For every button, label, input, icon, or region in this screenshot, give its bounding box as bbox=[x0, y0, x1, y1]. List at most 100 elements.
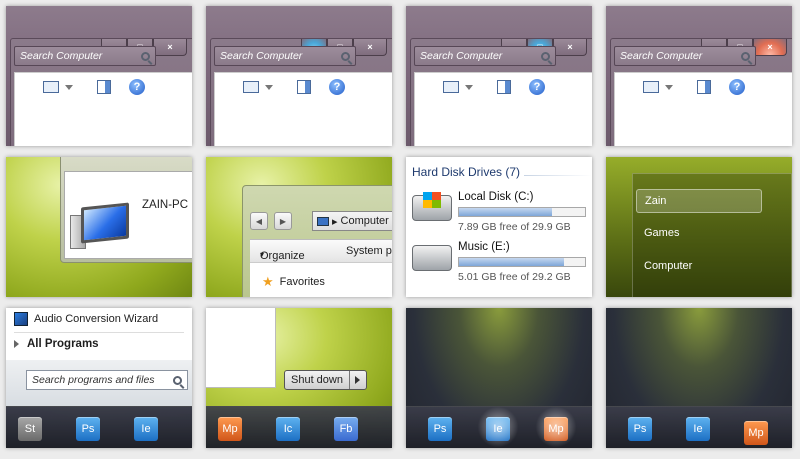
chevron-right-icon[interactable] bbox=[350, 371, 366, 389]
search-programs-input[interactable]: Search programs and files bbox=[26, 370, 188, 390]
computer-icon bbox=[81, 202, 129, 244]
system-properties-button[interactable]: System p bbox=[346, 245, 392, 257]
taskbar-glow-tile: Ps Ie Mp bbox=[406, 308, 592, 448]
chevron-down-icon[interactable] bbox=[465, 85, 473, 90]
back-button[interactable]: ◀ bbox=[250, 212, 268, 230]
taskbar: Mp Ic Fb bbox=[206, 406, 392, 448]
help-icon[interactable]: ? bbox=[129, 79, 145, 95]
computer-tile: ZAIN-PC bbox=[6, 157, 192, 297]
search-computer-input[interactable]: Search Computer bbox=[14, 46, 156, 66]
chevron-down-icon[interactable] bbox=[265, 85, 273, 90]
recent-program-item[interactable]: Audio Conversion Wizard bbox=[14, 312, 158, 326]
shutdown-button[interactable]: Shut down bbox=[285, 371, 350, 389]
search-icon[interactable] bbox=[141, 51, 150, 61]
caption-tile-maximize-hover: – □ × Search Computer ? bbox=[406, 6, 592, 146]
search-computer-input[interactable]: Search Computer bbox=[214, 46, 356, 66]
search-icon[interactable] bbox=[541, 51, 550, 61]
help-icon[interactable]: ? bbox=[729, 79, 745, 95]
caption-tile-minimize-hover: – □ × Search Computer ? bbox=[206, 6, 392, 146]
taskbar-app-ps[interactable]: Ps bbox=[628, 417, 652, 441]
search-computer-input[interactable]: Search Computer bbox=[614, 46, 756, 66]
shutdown-tile: Shut down Mp Ic Fb bbox=[206, 308, 392, 448]
computer-name: ZAIN-PC bbox=[142, 199, 188, 211]
explorer-toolbar: ? bbox=[414, 72, 592, 146]
audio-wizard-icon bbox=[14, 312, 28, 326]
taskbar-app-ie[interactable]: Ie bbox=[474, 403, 522, 448]
caption-tile-close-hover: – □ × Search Computer ? bbox=[606, 6, 792, 146]
explorer-toolbar: ? bbox=[214, 72, 392, 146]
search-icon[interactable] bbox=[173, 375, 182, 385]
views-icon[interactable] bbox=[243, 81, 259, 93]
star-icon: ★ bbox=[262, 274, 274, 289]
favorites-label: Favorites bbox=[279, 275, 325, 288]
close-button[interactable]: × bbox=[553, 39, 587, 56]
programs-list bbox=[206, 308, 276, 388]
close-button[interactable]: × bbox=[153, 39, 187, 56]
drive-item[interactable]: Music (E:) 5.01 GB free of 29.2 GB bbox=[410, 237, 590, 283]
views-icon[interactable] bbox=[643, 81, 659, 93]
start-menu-right-tile: Zain Games Computer bbox=[606, 157, 792, 297]
taskbar: Ps Ie Mp bbox=[406, 403, 592, 448]
taskbar-tile: Ps Ie Mp bbox=[606, 308, 792, 448]
drive-free-space: 7.89 GB free of 29.9 GB bbox=[458, 221, 571, 233]
drive-name: Local Disk (C:) bbox=[458, 191, 534, 203]
search-placeholder: Search programs and files bbox=[32, 374, 155, 386]
all-programs-item[interactable]: All Programs bbox=[14, 338, 99, 350]
windows-logo-icon bbox=[423, 192, 441, 208]
shutdown-split-button[interactable]: Shut down bbox=[284, 370, 367, 390]
help-icon[interactable]: ? bbox=[329, 79, 345, 95]
group-divider bbox=[524, 175, 592, 176]
search-placeholder: Search Computer bbox=[420, 50, 503, 62]
preview-pane-icon[interactable] bbox=[497, 80, 511, 94]
preview-pane-icon[interactable] bbox=[697, 80, 711, 94]
taskbar-app-ps[interactable]: Ps bbox=[428, 417, 452, 441]
drive-free-space: 5.01 GB free of 29.2 GB bbox=[458, 271, 571, 283]
organize-label: Organize bbox=[260, 250, 305, 262]
preview-pane-icon[interactable] bbox=[97, 80, 111, 94]
windows-drive-icon bbox=[412, 192, 452, 221]
chevron-down-icon[interactable] bbox=[65, 85, 73, 90]
explorer-nav-tile: ◀ ▶ ▸ Computer Organize ▾ System p ★ Favo… bbox=[206, 157, 392, 297]
search-computer-input[interactable]: Search Computer bbox=[414, 46, 556, 66]
drive-icon bbox=[412, 245, 452, 271]
drives-group-header: Hard Disk Drives (7) bbox=[412, 165, 521, 179]
explorer-toolbar: ? bbox=[614, 72, 792, 146]
start-item-user[interactable]: Zain bbox=[636, 189, 762, 213]
views-icon[interactable] bbox=[443, 81, 459, 93]
taskbar-app-ps[interactable]: Ps bbox=[76, 417, 100, 441]
search-icon[interactable] bbox=[341, 51, 350, 61]
address-text: Computer bbox=[340, 215, 389, 227]
address-bar[interactable]: ▸ Computer bbox=[312, 211, 392, 231]
chevron-down-icon: ▾ bbox=[260, 250, 265, 259]
search-placeholder: Search Computer bbox=[620, 50, 703, 62]
chevron-right-icon bbox=[14, 340, 19, 348]
drive-usage-fill bbox=[459, 208, 553, 216]
drive-item[interactable]: Local Disk (C:) 7.89 GB free of 29.9 GB bbox=[410, 187, 590, 233]
taskbar-app-ie[interactable]: Ie bbox=[686, 417, 710, 441]
taskbar-app-ie[interactable]: Ie bbox=[134, 417, 158, 441]
taskbar-app-mp[interactable]: Mp bbox=[218, 417, 242, 441]
favorites-item[interactable]: ★ Favorites bbox=[262, 275, 325, 288]
taskbar: Ps Ie Mp bbox=[606, 406, 792, 448]
help-icon[interactable]: ? bbox=[529, 79, 545, 95]
address-separator-icon: ▸ bbox=[332, 215, 338, 228]
taskbar-app-st[interactable]: St bbox=[18, 417, 42, 441]
close-button[interactable]: × bbox=[753, 39, 787, 56]
drives-tile: Hard Disk Drives (7) Local Disk (C:) 7.8… bbox=[406, 157, 592, 297]
drive-usage-fill bbox=[459, 258, 564, 266]
search-icon[interactable] bbox=[741, 51, 750, 61]
preview-pane-icon[interactable] bbox=[297, 80, 311, 94]
start-item-games[interactable]: Games bbox=[636, 222, 762, 246]
taskbar-app-mp[interactable]: Mp bbox=[532, 403, 580, 448]
views-icon[interactable] bbox=[43, 81, 59, 93]
taskbar-app-mp[interactable]: Mp bbox=[744, 421, 768, 445]
close-button[interactable]: × bbox=[353, 39, 387, 56]
taskbar-app-ic[interactable]: Ic bbox=[276, 417, 300, 441]
all-programs-label: All Programs bbox=[27, 338, 99, 350]
forward-button[interactable]: ▶ bbox=[274, 212, 292, 230]
navigation-pane: ★ Favorites bbox=[250, 263, 392, 297]
start-item-computer[interactable]: Computer bbox=[636, 255, 762, 279]
command-bar: Organize ▾ System p bbox=[250, 239, 392, 263]
taskbar-app-fb[interactable]: Fb bbox=[334, 417, 358, 441]
chevron-down-icon[interactable] bbox=[665, 85, 673, 90]
